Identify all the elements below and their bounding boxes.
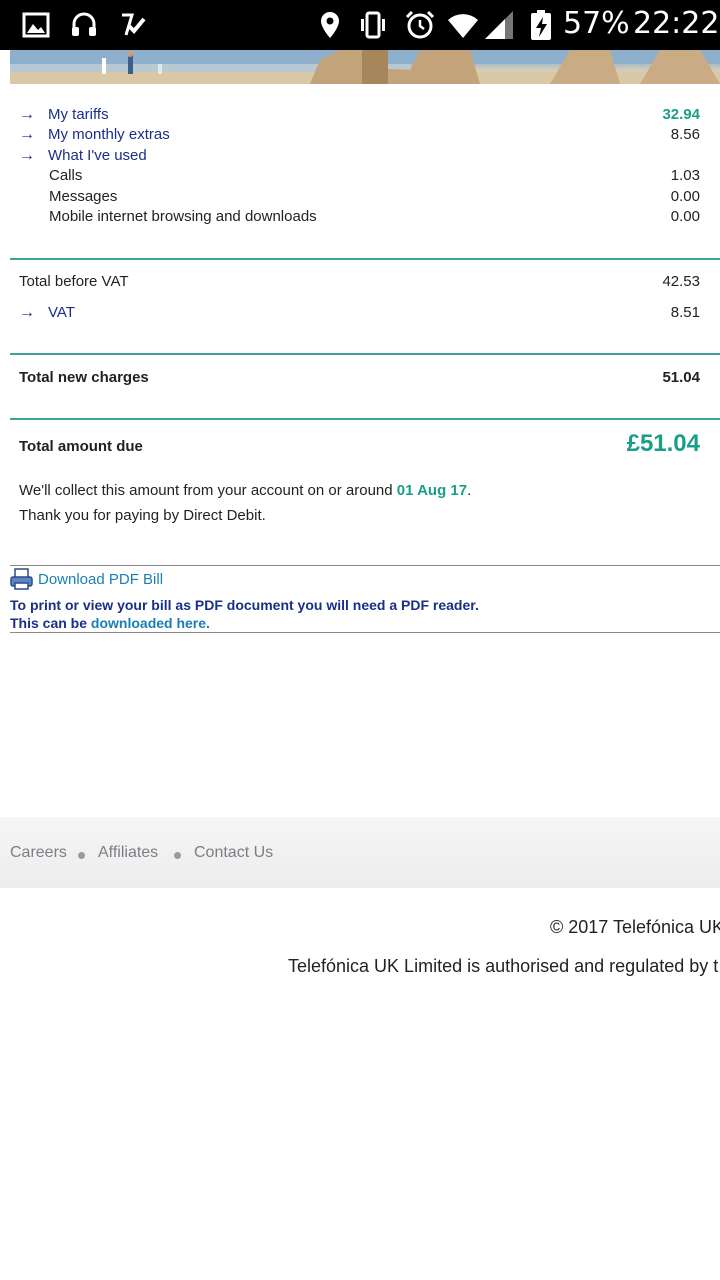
banner-image [10,50,720,84]
calls-label: Calls [49,167,83,184]
messages-value: 0.00 [670,188,700,205]
mobile-internet-label: Mobile internet browsing and downloads [49,208,317,225]
arrow-right-icon: → [19,147,35,164]
vibrate-icon [361,11,385,39]
divider [10,353,720,355]
mobile-internet-value: 0.00 [670,208,700,225]
beach-sandcastle-illustration [10,50,720,84]
my-tariffs-link[interactable]: My tariffs [48,105,109,125]
row-vat[interactable]: → VAT 8.51 [19,303,700,323]
payment-date: 01 Aug 17 [396,482,468,499]
total-before-vat-label: Total before VAT [19,273,129,290]
copyright-text: © 2017 Telefónica UK [550,917,720,937]
row-mobile-internet: Mobile internet browsing and downloads 0… [19,207,700,227]
arrow-right-icon: → [19,126,35,143]
arrow-right-icon: → [19,106,35,123]
pdf-reader-note: To print or view your bill as PDF docume… [10,597,479,613]
regulation-text: Telefónica UK Limited is authorised and … [288,956,719,976]
battery-charging-icon [531,10,551,40]
my-tariffs-value: 32.94 [662,106,700,123]
bullet-separator [78,852,85,859]
battery-percent: 57% [563,6,630,41]
row-what-used[interactable]: → What I've used [19,146,700,166]
row-messages: Messages 0.00 [19,187,700,207]
vat-value: 8.51 [670,304,700,321]
wifi-icon [448,14,478,38]
vat-link[interactable]: VAT [48,303,75,323]
row-calls: Calls 1.03 [19,166,700,186]
arrow-right-icon: → [19,304,35,321]
row-my-tariffs[interactable]: → My tariffs 32.94 [19,105,700,125]
calls-value: 1.03 [670,167,700,184]
signal-icon [485,11,513,39]
divider [10,258,720,260]
footer-nav: Careers Affiliates Contact Us [0,817,720,888]
clock-time: 22:22 [633,6,720,41]
location-icon [321,12,339,38]
status-bar: 57% 22:22 [0,0,720,50]
footer-link-affiliates[interactable]: Affiliates [98,844,158,862]
printer-icon[interactable] [10,568,33,590]
pdf-download-note: This can be downloaded here. [10,615,210,631]
total-amount-due-value: £51.04 [626,430,700,457]
divider [10,632,720,633]
pdf-reader-download-link[interactable]: downloaded here. [91,615,210,631]
total-new-charges-label: Total new charges [19,369,149,386]
payment-collection-note: We'll collect this amount from your acco… [19,482,471,499]
task-check-icon [122,13,146,36]
what-used-link[interactable]: What I've used [48,146,147,166]
monthly-extras-link[interactable]: My monthly extras [48,125,170,145]
monthly-extras-value: 8.56 [670,126,700,143]
footer-link-contact-us[interactable]: Contact Us [194,844,273,862]
row-total-before-vat: Total before VAT 42.53 [19,272,700,292]
gallery-icon [22,12,50,38]
total-new-charges-value: 51.04 [662,369,700,386]
messages-label: Messages [49,188,118,205]
divider [10,418,720,420]
row-total-new-charges: Total new charges 51.04 [19,368,700,388]
total-amount-due-label: Total amount due [19,438,143,455]
bullet-separator [174,852,181,859]
payment-note-suffix: . [467,482,472,499]
divider [10,565,720,566]
footer-link-careers[interactable]: Careers [10,844,67,862]
alarm-icon [405,10,435,39]
pdf-download-prefix: This can be [10,615,91,631]
total-before-vat-value: 42.53 [662,273,700,290]
download-pdf-bill-link[interactable]: Download PDF Bill [38,571,163,588]
headset-icon [72,12,96,36]
payment-note-prefix: We'll collect this amount from your acco… [19,482,397,499]
row-monthly-extras[interactable]: → My monthly extras 8.56 [19,125,700,145]
direct-debit-note: Thank you for paying by Direct Debit. [19,507,266,524]
